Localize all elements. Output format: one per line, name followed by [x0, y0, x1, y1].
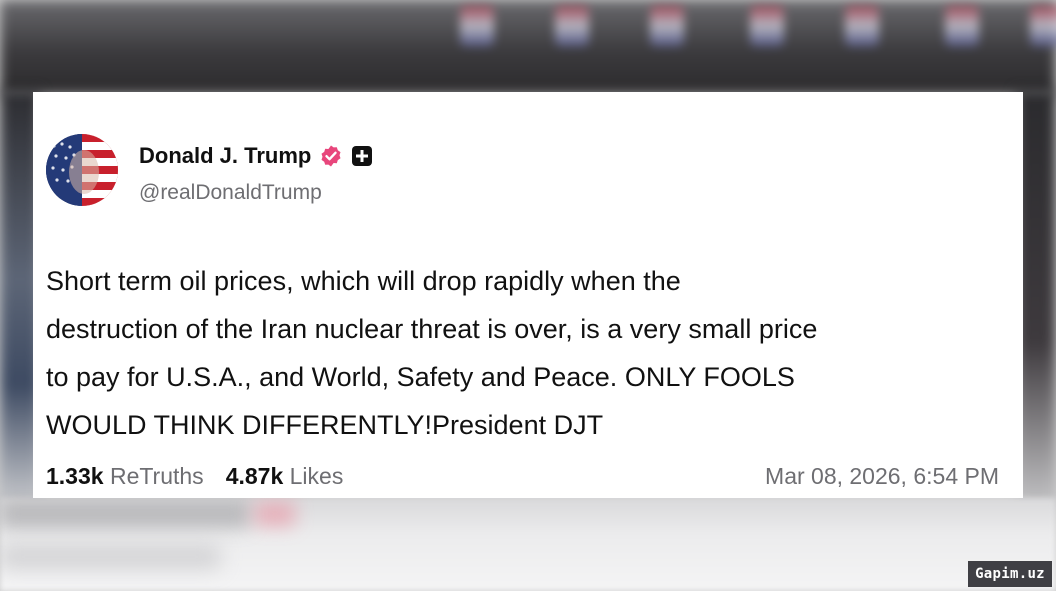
flag-portrait-image: [46, 134, 118, 206]
background-crowd-blur: [0, 0, 1056, 95]
retruths-label: ReTruths: [109, 463, 204, 489]
background-flag: [750, 6, 784, 46]
likes-count: 4.87k: [225, 463, 284, 489]
author-name[interactable]: Donald J. Trump: [139, 143, 311, 169]
post-body-text: Short term oil prices, which will drop r…: [46, 266, 818, 440]
background-ghost-badge: [255, 502, 295, 526]
plus-square-icon: [352, 146, 373, 166]
post-timestamp[interactable]: Mar 08, 2026, 6:54 PM: [765, 463, 999, 490]
background-ghost-text: [0, 545, 220, 569]
background-flag: [845, 6, 879, 46]
watermark-label: Gapim.uz: [968, 561, 1052, 587]
background-flag: [650, 6, 684, 46]
background-flag: [945, 6, 979, 46]
post-stats: 1.33k ReTruths 4.87k Likes: [46, 463, 343, 490]
background-ghost-text: [0, 500, 250, 528]
verified-badge-icon: [321, 145, 341, 167]
author-name-row: Donald J. Trump: [139, 142, 373, 170]
author-handle[interactable]: @realDonaldTrump: [139, 181, 322, 205]
likes-label: Likes: [289, 463, 344, 489]
author-avatar[interactable]: [46, 134, 118, 206]
background-flag: [1030, 6, 1056, 46]
retruths-count: 1.33k: [46, 463, 104, 489]
likes-stat[interactable]: 4.87k Likes: [226, 463, 344, 489]
retruths-stat[interactable]: 1.33k ReTruths: [46, 463, 204, 489]
background-flag: [460, 6, 494, 46]
background-flag: [555, 6, 589, 46]
